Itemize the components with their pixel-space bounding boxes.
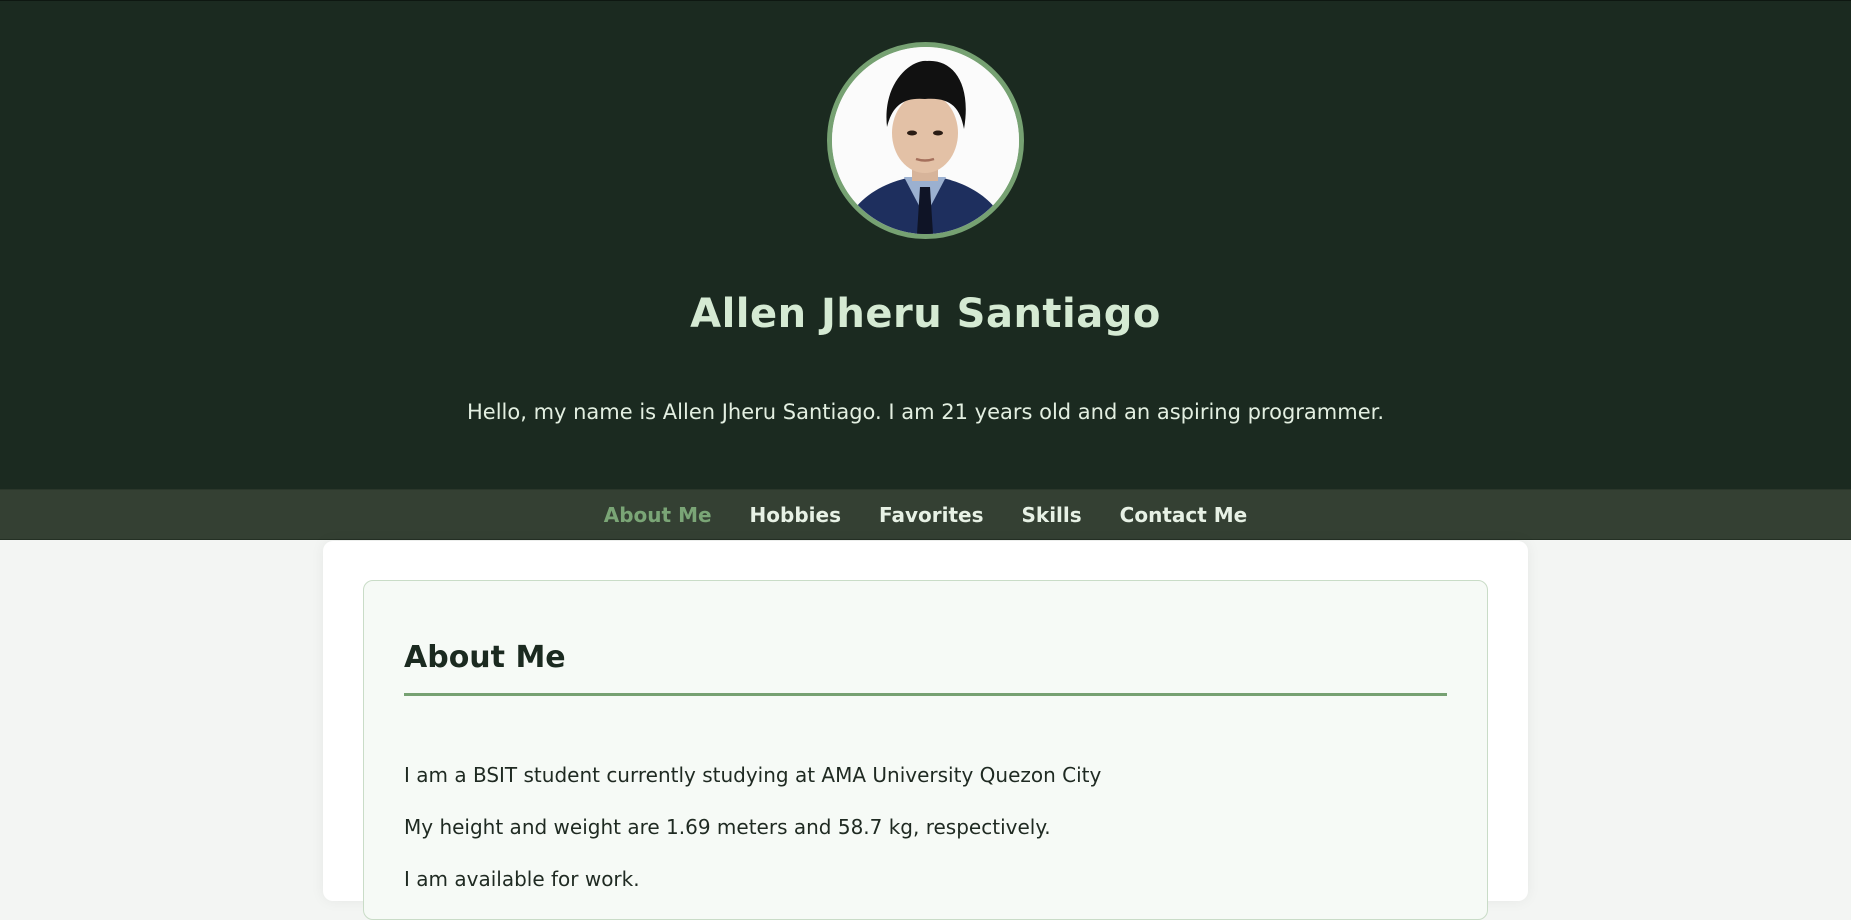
profile-header: Allen Jheru Santiago Hello, my name is A… — [0, 0, 1851, 489]
about-section: About Me I am a BSIT student currently s… — [363, 580, 1488, 920]
profile-name: Allen Jheru Santiago — [690, 291, 1161, 337]
section-title: About Me — [404, 640, 566, 675]
about-paragraph: I am available for work. — [404, 867, 640, 891]
nav-item-hobbies[interactable]: Hobbies — [750, 503, 841, 527]
about-paragraph: My height and weight are 1.69 meters and… — [404, 815, 1051, 839]
nav-item-skills[interactable]: Skills — [1021, 503, 1081, 527]
content-card: About Me I am a BSIT student currently s… — [323, 541, 1528, 920]
profile-photo — [827, 42, 1024, 239]
nav-item-contact-me[interactable]: Contact Me — [1120, 503, 1248, 527]
section-divider — [404, 693, 1447, 696]
nav-item-about-me[interactable]: About Me — [604, 503, 712, 527]
profile-intro: Hello, my name is Allen Jheru Santiago. … — [466, 400, 1385, 424]
about-paragraph: I am a BSIT student currently studying a… — [404, 763, 1102, 787]
main-nav: About Me Hobbies Favorites Skills Contac… — [0, 489, 1851, 540]
nav-item-favorites[interactable]: Favorites — [879, 503, 984, 527]
person-portrait-icon — [832, 47, 1019, 234]
